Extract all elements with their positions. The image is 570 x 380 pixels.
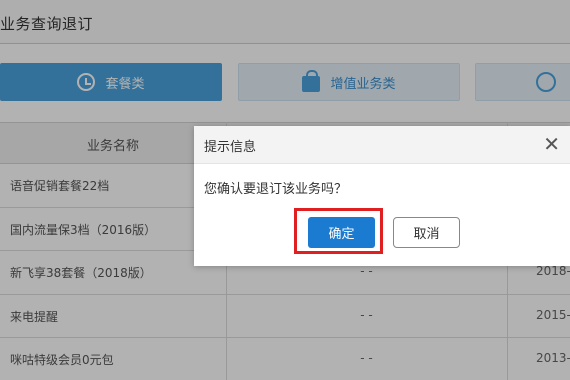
dialog-title: 提示信息 <box>204 140 257 155</box>
highlight-box <box>294 208 383 254</box>
dialog-message: 您确认要退订该业务吗？ <box>204 182 348 197</box>
dialog-header: 提示信息 ✕ <box>194 126 570 164</box>
close-icon[interactable]: ✕ <box>543 133 560 155</box>
cancel-button[interactable]: 取消 <box>393 217 460 248</box>
